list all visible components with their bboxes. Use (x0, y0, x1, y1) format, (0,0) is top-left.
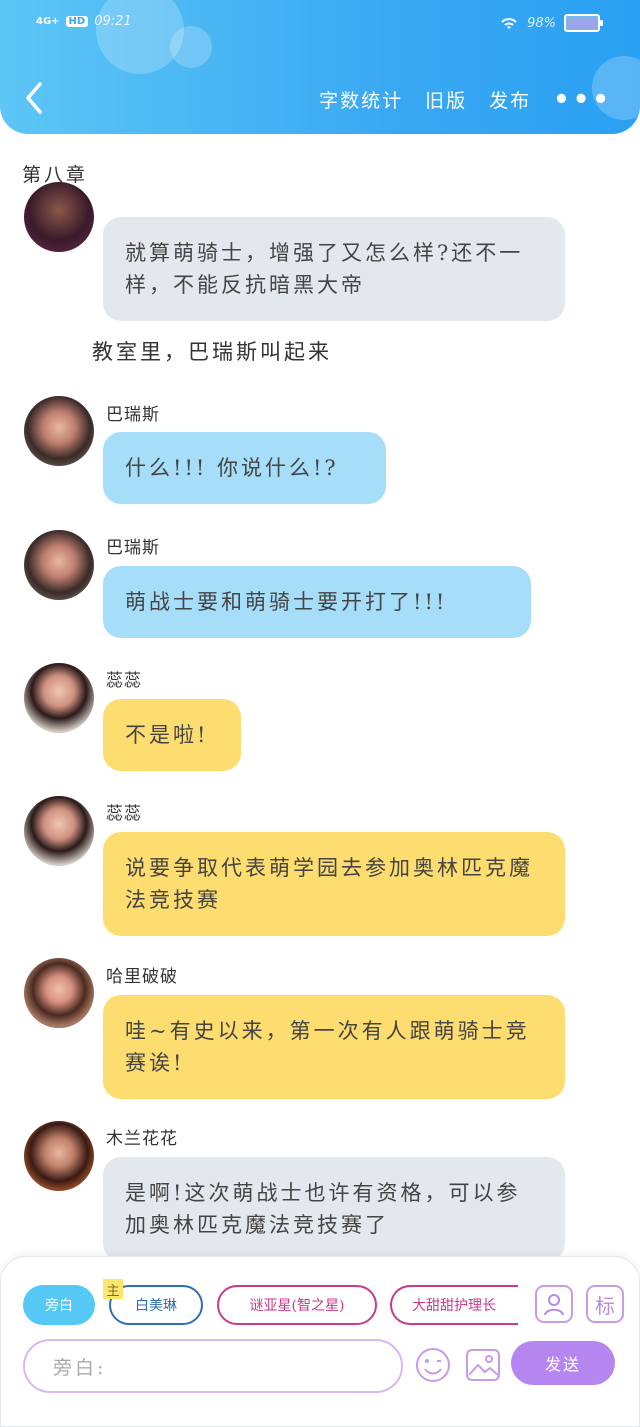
avatar[interactable] (24, 796, 94, 866)
sender-name: 巴瑞斯 (106, 405, 160, 425)
sender-name: 哈里破破 (106, 967, 178, 987)
status-bar: 4G+ HD 09:21 98% (36, 14, 603, 36)
role-chip-datiantian[interactable]: 大甜甜护理长 (390, 1285, 518, 1325)
publish-button[interactable]: 发布 (489, 86, 531, 113)
tag-button[interactable]: 标 (586, 1285, 624, 1323)
emoji-icon (416, 1348, 450, 1382)
avatar[interactable] (24, 663, 94, 733)
wifi-icon (501, 18, 517, 29)
decor-circle (96, 0, 184, 74)
chat-bubble[interactable]: 说要争取代表萌学园去参加奥林匹克魔法竞技赛 (103, 832, 565, 936)
emoji-button[interactable] (413, 1345, 453, 1385)
hd-badge: HD (65, 16, 89, 27)
chat-bubble[interactable]: 什么!!! 你说什么!? (103, 432, 386, 504)
chat-bubble[interactable]: 就算萌骑士，增强了又怎么样?还不一样，不能反抗暗黑大帝 (103, 217, 565, 321)
avatar[interactable] (24, 530, 94, 600)
battery-fill (567, 17, 598, 29)
composer-panel: 旁白 白美琳 主 谜亚星(智之星) 大甜甜护理长 标 旁白: 发送 (0, 1256, 640, 1427)
role-chip-baimeilin[interactable]: 白美琳 (109, 1285, 203, 1325)
chat-bubble[interactable]: 哇~有史以来，第一次有人跟萌骑士竞赛诶! (103, 995, 565, 1099)
sender-name: 蕊蕊 (106, 804, 142, 824)
narration-text[interactable]: 教室里，巴瑞斯叫起来 (92, 336, 332, 366)
chevron-left-icon (26, 82, 42, 114)
person-card-icon (544, 1294, 564, 1316)
avatar[interactable] (24, 182, 94, 252)
role-chip-miyaxing[interactable]: 谜亚星(智之星) (217, 1285, 377, 1325)
battery-percent: 98% (527, 15, 556, 31)
more-menu-button[interactable]: ••• (553, 87, 612, 113)
back-button[interactable] (22, 80, 52, 120)
send-button[interactable]: 发送 (511, 1341, 615, 1385)
image-button[interactable] (463, 1345, 503, 1385)
status-time: 09:21 (94, 14, 132, 29)
avatar[interactable] (24, 1121, 94, 1191)
sender-name: 木兰花花 (106, 1129, 178, 1149)
avatar[interactable] (24, 958, 94, 1028)
message-input[interactable]: 旁白: (23, 1339, 403, 1393)
chat-bubble[interactable]: 不是啦! (103, 699, 241, 771)
chat-bubble[interactable]: 萌战士要和萌骑士要开打了!!! (103, 566, 531, 638)
navigation-bar: 字数统计 旧版 发布 ••• (0, 78, 640, 122)
chat-bubble[interactable]: 是啊!这次萌战士也许有资格，可以参加奥林匹克魔法竞技赛了 (103, 1157, 565, 1261)
sender-name: 巴瑞斯 (106, 538, 160, 558)
image-icon (466, 1349, 500, 1381)
word-count-button[interactable]: 字数统计 (319, 86, 403, 113)
role-select-button[interactable] (535, 1285, 573, 1323)
old-version-button[interactable]: 旧版 (425, 86, 467, 113)
sender-name: 蕊蕊 (106, 671, 142, 691)
role-chip-narrator[interactable]: 旁白 (23, 1285, 95, 1325)
signal-icon: 4G+ (36, 16, 60, 27)
main-role-tag: 主 (103, 1279, 123, 1299)
avatar[interactable] (24, 396, 94, 466)
top-header: 4G+ HD 09:21 98% 字数统计 旧版 发布 ••• (0, 0, 640, 134)
battery-icon (564, 14, 603, 32)
